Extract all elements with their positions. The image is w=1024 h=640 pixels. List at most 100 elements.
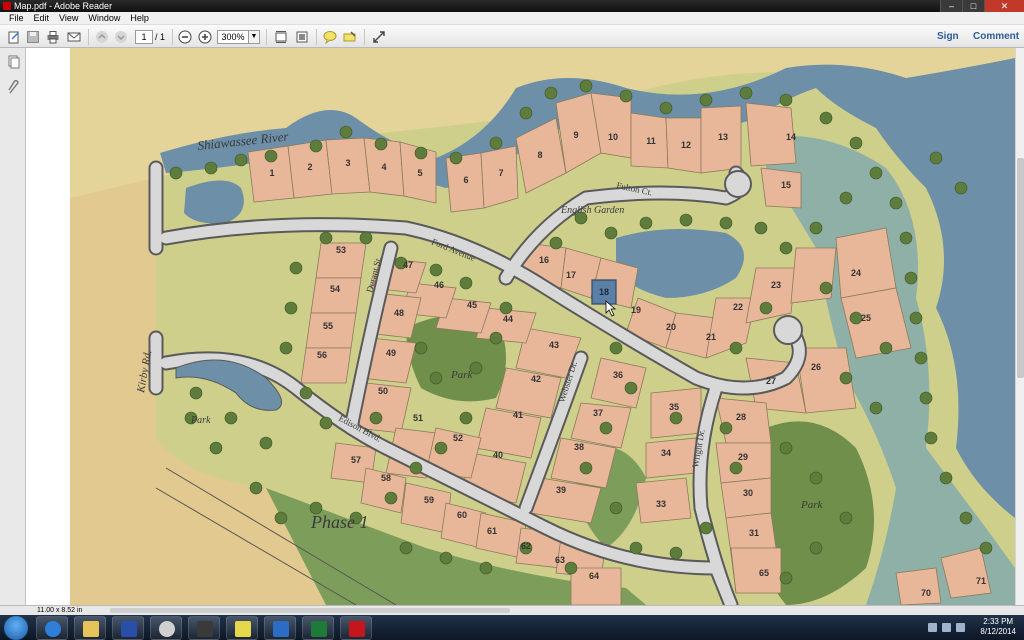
lot-number-5: 5	[417, 168, 422, 178]
lot-number-25: 25	[861, 313, 871, 323]
camera-icon[interactable]	[188, 616, 220, 640]
create-pdf-icon[interactable]	[6, 29, 22, 45]
scrollbar-thumb[interactable]	[1017, 158, 1024, 378]
zoom-input[interactable]: 300%	[217, 30, 249, 44]
lot-number-47: 47	[403, 260, 413, 270]
lot-number-42: 42	[531, 374, 541, 384]
fis-app-icon[interactable]	[112, 616, 144, 640]
lot-number-24: 24	[851, 268, 861, 278]
next-page-icon[interactable]	[113, 29, 129, 45]
horizontal-scrollbar[interactable]	[110, 608, 510, 613]
system-tray	[928, 623, 965, 632]
lot-number-11: 11	[646, 136, 656, 146]
lot-number-14: 14	[786, 132, 796, 142]
previous-page-icon[interactable]	[94, 29, 110, 45]
lot-number-49: 49	[386, 348, 396, 358]
lot-number-35: 35	[669, 402, 679, 412]
flag-icon[interactable]	[956, 623, 965, 632]
lot-number-4: 4	[381, 162, 386, 172]
vertical-scrollbar[interactable]	[1015, 48, 1024, 605]
lot-number-8: 8	[537, 150, 542, 160]
lot-number-59: 59	[424, 495, 434, 505]
pages-panel-icon[interactable]	[5, 54, 21, 70]
document-viewport[interactable]: Shiawassee River Fulton Ct. Ford Avenue …	[26, 48, 1015, 605]
lot-number-2: 2	[307, 162, 312, 172]
lot-number-62: 62	[521, 541, 531, 551]
excel-icon[interactable]	[302, 616, 334, 640]
lot-number-53: 53	[336, 245, 346, 255]
close-button[interactable]: ✕	[984, 0, 1024, 12]
lot-number-63: 63	[555, 555, 565, 565]
lot-number-6: 6	[463, 175, 468, 185]
lot-number-34: 34	[661, 448, 671, 458]
lot-number-22: 22	[733, 302, 743, 312]
garden-label: English Garden	[560, 205, 624, 216]
menu-view[interactable]: View	[54, 12, 83, 24]
site-plan-map: Shiawassee River Fulton Ct. Ford Avenue …	[26, 48, 1015, 605]
park-label: Park	[800, 499, 824, 511]
lot-number-30: 30	[743, 488, 753, 498]
toolbar: 1 / 1 300% ▼ Sign Comment	[0, 25, 1024, 48]
lot-number-50: 50	[378, 386, 388, 396]
lot-number-51: 51	[413, 413, 423, 423]
network-icon[interactable]	[928, 623, 937, 632]
park-label: Park	[450, 369, 474, 381]
attachments-panel-icon[interactable]	[5, 79, 21, 96]
window-title: Map.pdf - Adobe Reader	[14, 1, 113, 11]
navigation-panel	[0, 48, 26, 605]
lot-number-29: 29	[738, 452, 748, 462]
menu-help[interactable]: Help	[125, 12, 154, 24]
lot-number-19: 19	[631, 305, 641, 315]
lot-number-39: 39	[556, 485, 566, 495]
menu-window[interactable]: Window	[83, 12, 125, 24]
menu-file[interactable]: File	[4, 12, 29, 24]
maximize-button[interactable]: □	[962, 0, 984, 12]
internet-explorer-icon[interactable]	[36, 616, 68, 640]
notes-icon[interactable]	[226, 616, 258, 640]
lot-number-12: 12	[681, 140, 691, 150]
volume-icon[interactable]	[942, 623, 951, 632]
lot-number-65: 65	[759, 568, 769, 578]
lot-number-52: 52	[453, 433, 463, 443]
clock-time: 2:33 PM	[983, 617, 1014, 626]
lot-number-36: 36	[613, 370, 623, 380]
comment-button[interactable]: Comment	[973, 31, 1019, 42]
print-icon[interactable]	[45, 29, 61, 45]
minimize-button[interactable]: –	[940, 0, 962, 12]
page-size-label: 11.00 x 8.52 in	[37, 607, 83, 614]
fit-page-icon[interactable]	[273, 29, 289, 45]
sign-button[interactable]: Sign	[937, 31, 959, 42]
email-icon[interactable]	[66, 29, 82, 45]
adobe-reader-icon	[3, 2, 11, 10]
menu-edit[interactable]: Edit	[29, 12, 55, 24]
lot-number-71: 71	[976, 576, 986, 586]
lot-number-41: 41	[513, 410, 523, 420]
file-explorer-icon[interactable]	[74, 616, 106, 640]
sticky-note-icon[interactable]	[322, 29, 338, 45]
lot-number-64: 64	[589, 571, 599, 581]
save-icon[interactable]	[25, 29, 41, 45]
page-number-input[interactable]: 1	[135, 30, 153, 44]
lot-number-20: 20	[666, 322, 676, 332]
zoom-in-icon[interactable]	[197, 29, 213, 45]
expand-icon[interactable]	[371, 29, 387, 45]
outlook-icon[interactable]	[264, 616, 296, 640]
start-button[interactable]	[4, 616, 28, 640]
fit-width-icon[interactable]	[294, 29, 310, 45]
zoom-dropdown-button[interactable]: ▼	[248, 30, 260, 44]
lot-number-56: 56	[317, 350, 327, 360]
lot-number-48: 48	[394, 308, 404, 318]
lot-number-15: 15	[781, 180, 791, 190]
adobe-reader-icon[interactable]	[340, 616, 372, 640]
lot-number-3: 3	[345, 158, 350, 168]
lot-number-21: 21	[706, 332, 716, 342]
lot-number-37: 37	[593, 408, 603, 418]
zoom-out-icon[interactable]	[177, 29, 193, 45]
lot-number-46: 46	[434, 280, 444, 290]
lot-number-40: 40	[493, 450, 503, 460]
highlight-text-icon[interactable]	[342, 29, 358, 45]
paint-icon[interactable]	[150, 616, 182, 640]
lot-number-55: 55	[323, 321, 333, 331]
menu-bar: File Edit View Window Help	[0, 12, 1024, 25]
clock[interactable]: 2:33 PM 8/12/2014	[980, 617, 1016, 637]
